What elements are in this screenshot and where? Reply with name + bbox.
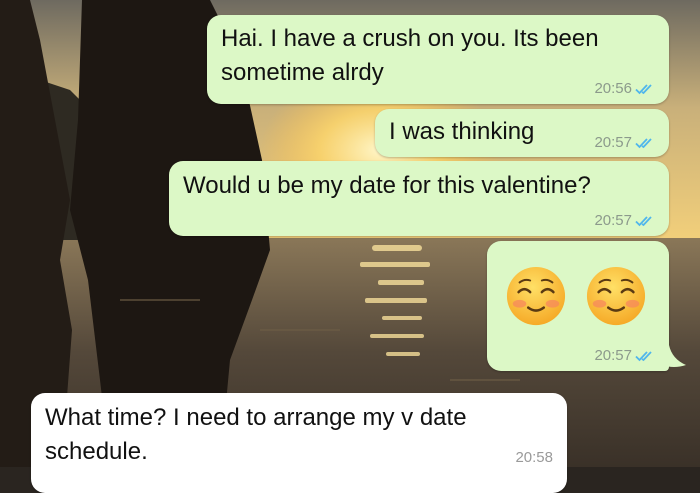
message-time: 20:57 [594, 212, 632, 229]
message-text: sometime alrdy [221, 59, 384, 86]
message-time: 20:56 [594, 80, 632, 97]
message-meta: 20:57 [594, 212, 655, 230]
double-check-icon [635, 351, 652, 362]
message-text: Would u be my date for this valentine? [183, 172, 591, 199]
double-check-icon [635, 138, 652, 149]
double-check-icon [635, 216, 652, 227]
message-meta: 20:56 [594, 80, 655, 98]
message-bubble-outgoing[interactable]: Hai. I have a crush on you. Its been som… [207, 15, 669, 104]
message-text: schedule. [45, 438, 148, 465]
bubble-tail [662, 345, 686, 367]
double-check-icon [635, 84, 652, 95]
message-meta: 20:57 [594, 347, 655, 365]
message-time: 20:58 [515, 449, 553, 466]
emoji-row [505, 265, 669, 327]
smiling-face-emoji [506, 266, 566, 326]
message-bubble-outgoing-emoji[interactable]: 20:57 [487, 241, 669, 371]
message-text: What time? I need to arrange my v date [45, 404, 467, 431]
smiling-face-emoji [586, 266, 646, 326]
message-bubble-outgoing[interactable]: I was thinking 20:57 [375, 109, 669, 157]
message-text: Hai. I have a crush on you. Its been [221, 25, 599, 52]
message-time: 20:57 [594, 134, 632, 151]
message-meta: 20:58 [515, 449, 553, 467]
message-bubble-outgoing[interactable]: Would u be my date for this valentine? 2… [169, 161, 669, 236]
message-bubble-incoming[interactable]: What time? I need to arrange my v date s… [31, 393, 567, 493]
message-time: 20:57 [594, 347, 632, 364]
message-meta: 20:57 [594, 134, 655, 152]
